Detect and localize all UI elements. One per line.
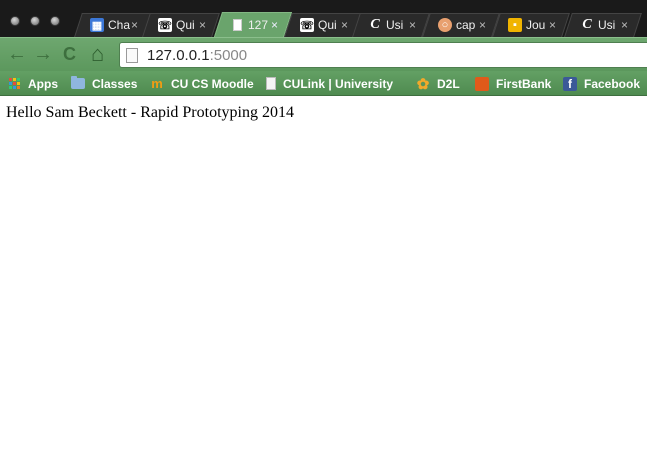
journal-icon: ▪ [508,18,522,32]
bookmark-label: Apps [28,76,58,91]
bookmark-label: Facebook [584,76,641,91]
bookmark-label: CU CS Moodle [171,76,254,91]
browser-toolbar: ← → C ⌂ 127.0.0.1:5000 [0,37,647,71]
calendar-icon: ▦ [90,18,104,32]
bookmark-facebook[interactable]: f Facebook [563,75,640,92]
c-logo-icon: C [582,17,592,32]
tab-title: Usi [386,18,404,32]
bookmark-d2l[interactable]: ✿ D2L [416,75,460,93]
window-minimize-button[interactable] [30,16,40,26]
tab-7[interactable]: C Usi × [568,13,638,37]
bookmark-apps[interactable]: Apps [7,75,58,92]
tab-title: Jou [526,18,546,32]
moodle-icon: m [151,76,163,91]
phone-logo-icon: ☏ [300,18,314,32]
apps-grid-icon [7,77,21,91]
bookmark-culink[interactable]: CULink | University o [266,75,394,92]
tab-5[interactable]: ○ cap × [426,13,496,37]
tab-close-icon[interactable]: × [621,18,628,32]
reload-icon[interactable]: C [63,42,76,66]
tab-close-icon[interactable]: × [131,18,138,32]
folder-icon [71,76,85,91]
forward-arrow-icon[interactable]: → [33,42,53,66]
tab-close-icon[interactable]: × [549,18,556,32]
tab-4[interactable]: C Usi × [356,13,426,37]
bookmarks-bar: Apps Classes m CU CS Moodle CULink | Uni… [0,71,647,96]
document-icon [266,77,276,91]
d2l-icon: ✿ [416,75,430,93]
bookmark-label: D2L [437,76,460,91]
bookmark-label: FirstBank [496,76,552,91]
tab-close-icon[interactable]: × [479,18,486,32]
tab-3[interactable]: ☏ Qui × [288,13,358,37]
page-icon [126,48,138,63]
tab-close-icon[interactable]: × [409,18,416,32]
phone-logo-icon: ☏ [158,18,172,32]
back-arrow-icon[interactable]: ← [7,42,27,66]
tab-1[interactable]: ☏ Qui × [146,13,216,37]
tab-2-active[interactable]: 127 × [218,13,288,37]
tab-strip: ▦ Cha × ☏ Qui × 127 × ☏ Qui × C Usi × ○ … [0,0,647,37]
page-body-text: Hello Sam Beckett - Rapid Prototyping 20… [6,104,294,121]
capture-icon: ○ [438,18,452,32]
home-icon[interactable]: ⌂ [91,42,104,66]
window-close-button[interactable] [10,16,20,26]
tab-close-icon[interactable]: × [341,18,348,32]
firstbank-icon [475,76,489,91]
address-bar[interactable]: 127.0.0.1:5000 [119,42,647,68]
bookmark-label: Classes [92,76,138,91]
facebook-icon: f [563,76,577,91]
bookmark-label: CULink | University o [283,76,394,91]
tab-title: cap [456,18,476,32]
bookmark-cu-cs-moodle[interactable]: m CU CS Moodle [150,75,254,92]
c-logo-icon: C [370,17,380,32]
url-text[interactable]: 127.0.0.1:5000 [147,47,247,64]
bookmark-classes[interactable]: Classes [71,75,137,92]
page-icon [230,18,244,32]
tab-6[interactable]: ▪ Jou × [496,13,566,37]
tab-title: Qui [318,18,337,32]
url-host: 127.0.0.1 [147,47,210,64]
window-zoom-button[interactable] [50,16,60,26]
tab-close-icon[interactable]: × [271,18,278,32]
tab-close-icon[interactable]: × [199,18,206,32]
tab-title: Qui [176,18,195,32]
tab-title: Usi [598,18,616,32]
bookmark-firstbank[interactable]: FirstBank [475,75,551,92]
url-port: :5000 [209,47,248,64]
tab-title: Cha [108,18,130,32]
tab-title: 127 [248,18,269,32]
tab-0[interactable]: ▦ Cha × [78,13,148,37]
